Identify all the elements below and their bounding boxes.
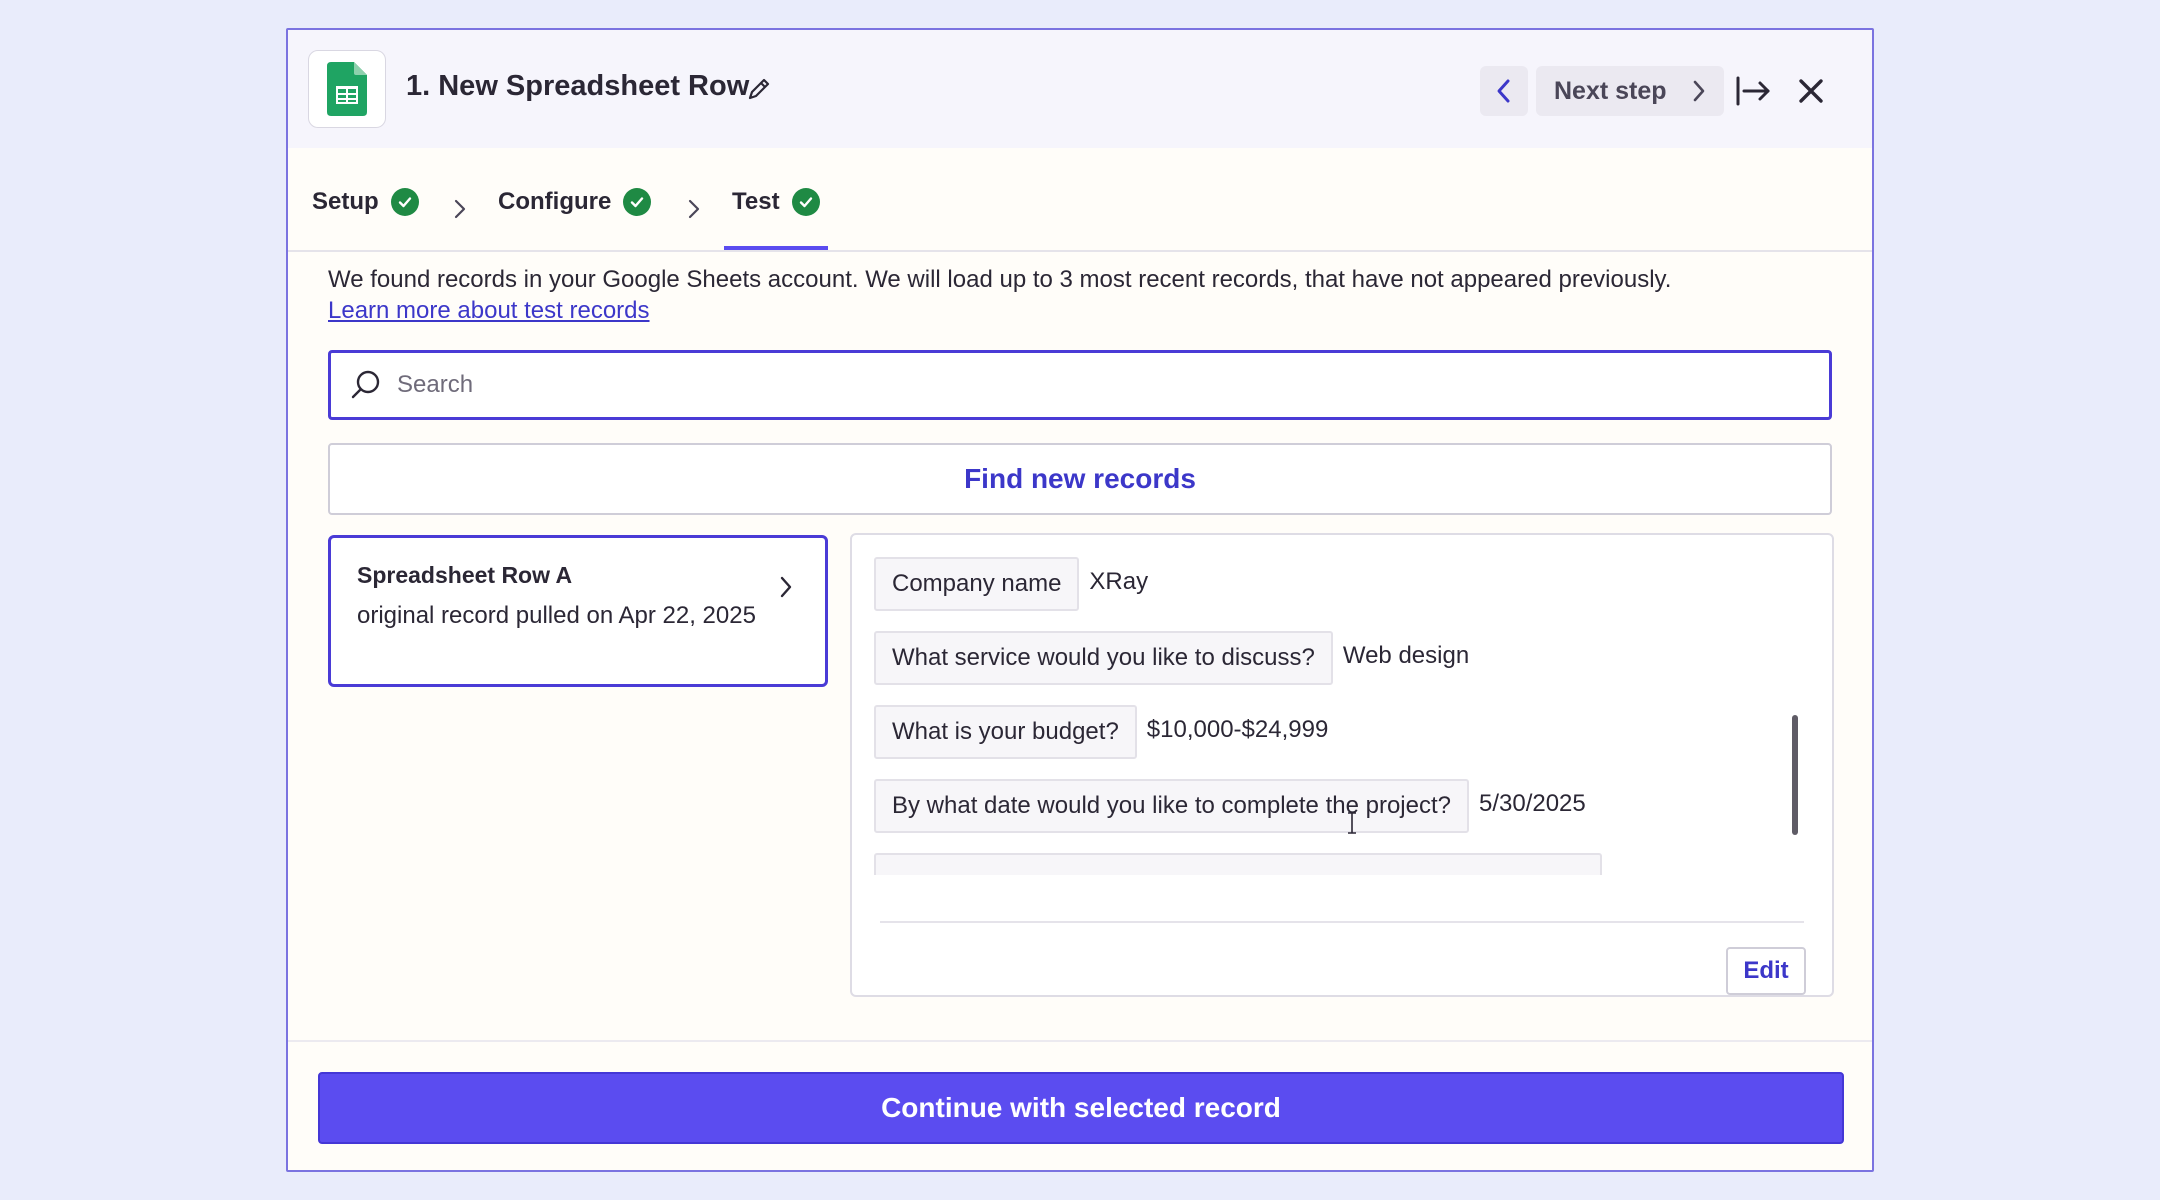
record-subtitle: original record pulled on Apr 22, 2025 [357,602,756,629]
panel-header: 1. New Spreadsheet Row Next step [288,30,1872,148]
divider [880,921,1804,923]
edit-button[interactable]: Edit [1726,947,1806,995]
chevron-left-icon [1497,79,1510,103]
text-cursor-icon [1348,812,1356,834]
record-fields-list[interactable]: Company name XRay What service would you… [874,557,1794,875]
check-circle-icon [791,188,820,216]
field-value: 5/30/2025 [1478,790,1586,817]
search-input[interactable] [397,371,1797,399]
next-step-label: Next step [1554,76,1667,105]
record-field: Company name XRay [874,557,1794,611]
chevron-right-icon [688,199,700,219]
chevron-right-icon [454,199,466,219]
test-description: We found records in your Google Sheets a… [328,264,1848,326]
tab-test[interactable]: Test [732,188,820,216]
learn-more-link[interactable]: Learn more about test records [328,295,1848,326]
step-tabs: Setup Configure Test [288,148,1872,252]
pencil-icon[interactable] [744,74,774,104]
field-key: Company name [874,557,1080,611]
arrow-to-right-icon[interactable] [1734,72,1772,110]
field-value: $10,000-$24,999 [1146,716,1329,743]
chevron-right-icon [780,576,792,598]
record-title: Spreadsheet Row A [357,562,573,588]
tab-setup[interactable]: Setup [312,188,419,216]
close-icon[interactable] [1794,74,1828,108]
search-box[interactable] [328,350,1832,420]
field-key: What service would you like to discuss? [874,631,1333,685]
field-value: XRay [1089,568,1149,595]
tab-label: Configure [498,188,612,215]
previous-step-button[interactable] [1480,66,1528,116]
step-panel: 1. New Spreadsheet Row Next step Setup C… [286,28,1874,1172]
divider [288,1040,1872,1042]
record-details-panel: Company name XRay What service would you… [850,533,1834,997]
tab-label: Setup [312,188,379,215]
google-sheets-icon [308,50,386,128]
fields-scrollbar[interactable] [1792,715,1798,835]
record-field: What is your budget? $10,000-$24,999 [874,705,1794,759]
check-circle-icon [390,188,419,216]
step-title: 1. New Spreadsheet Row [406,70,750,102]
continue-button[interactable]: Continue with selected record [318,1072,1844,1144]
field-key: By what date would you like to complete … [874,779,1469,833]
search-icon [351,370,380,399]
next-step-button[interactable]: Next step [1536,66,1724,116]
record-field: What service would you like to discuss? … [874,631,1794,685]
record-field: By what date would you like to complete … [874,779,1794,833]
field-value: Web design [1342,642,1470,669]
record-field-partial [874,853,1794,875]
tab-configure[interactable]: Configure [498,188,652,216]
description-text: We found records in your Google Sheets a… [328,266,1672,293]
tab-label: Test [732,188,780,215]
field-key [874,853,1602,875]
check-circle-icon [623,188,652,216]
active-tab-indicator [724,246,828,250]
find-new-records-button[interactable]: Find new records [328,443,1832,515]
field-key: What is your budget? [874,705,1137,759]
chevron-right-icon [1693,80,1705,102]
record-card-selected[interactable]: Spreadsheet Row A original record pulled… [328,535,828,687]
